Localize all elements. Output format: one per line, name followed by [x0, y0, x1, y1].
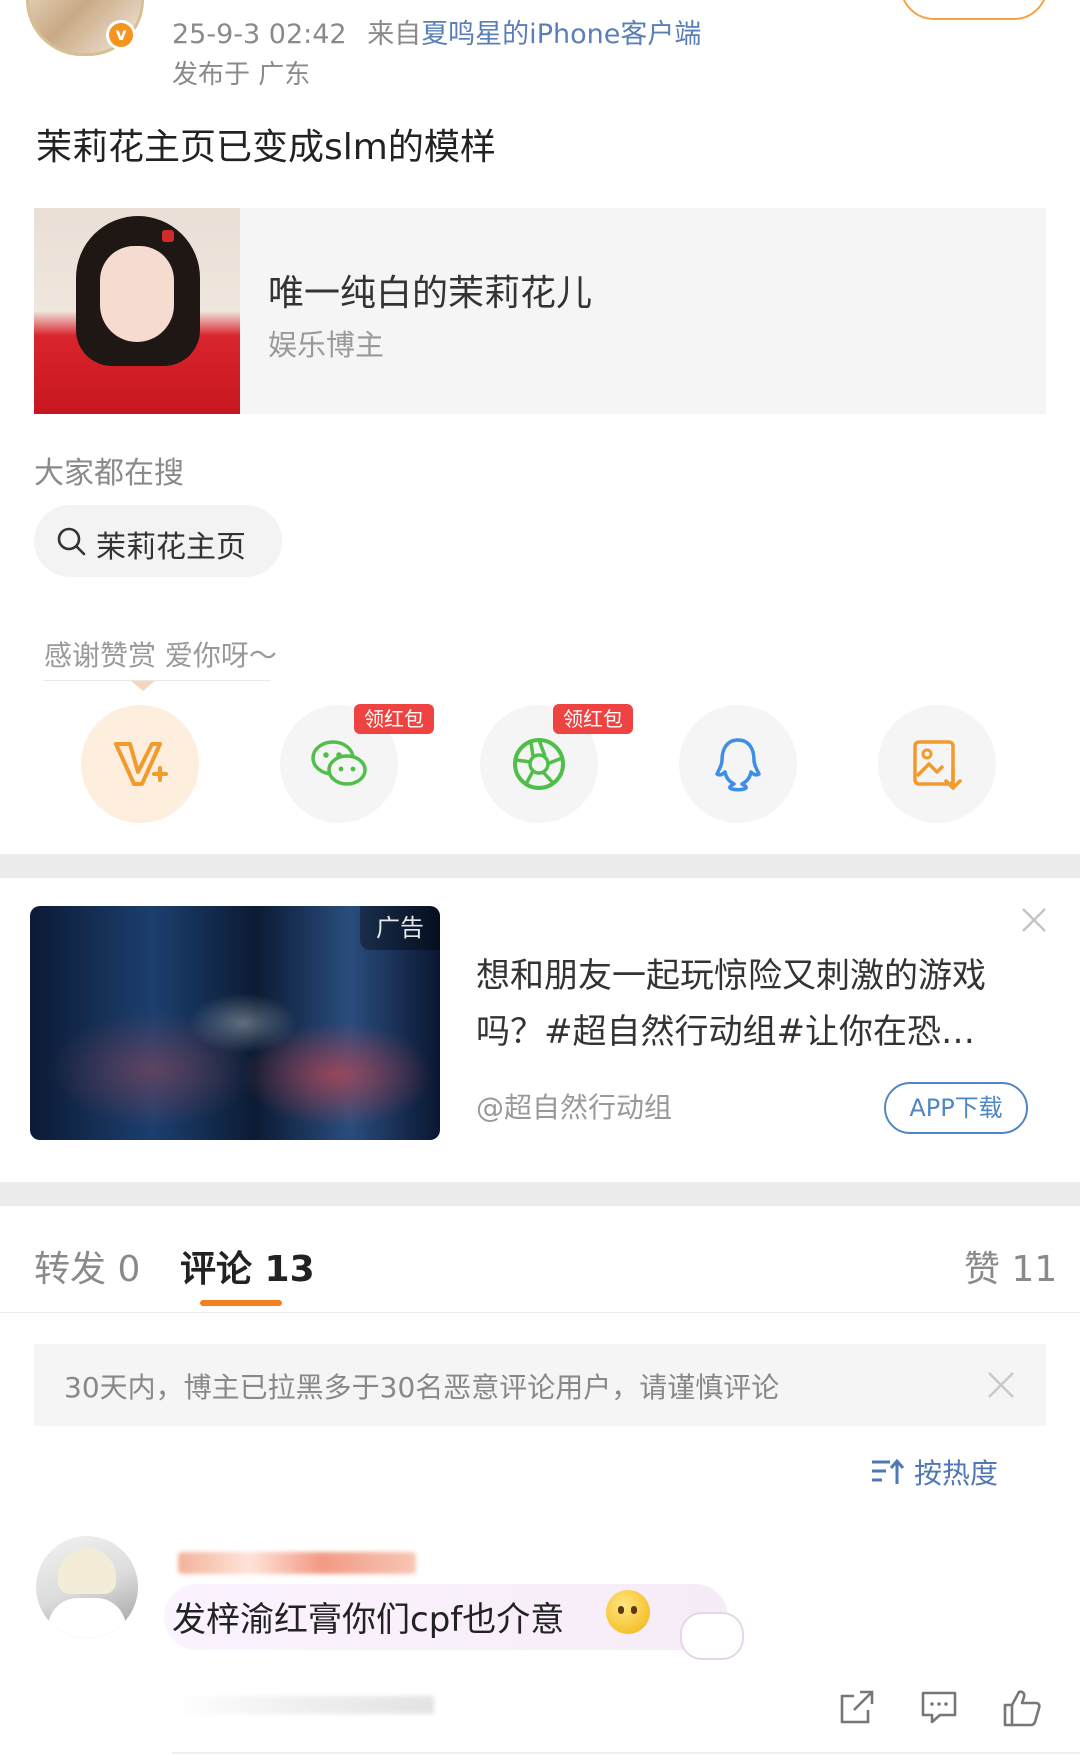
- wechat-icon: [311, 740, 367, 786]
- post-text: 茉莉花主页已变成slm的模样: [36, 127, 496, 168]
- search-icon: [57, 527, 86, 556]
- v-reward-button[interactable]: [81, 705, 199, 823]
- thinking-emoji-icon: [606, 1590, 650, 1634]
- post-meta: 25-9-3 02:42 来自夏鸣星的iPhone客户端: [172, 12, 701, 51]
- hot-search-label: 大家都在搜: [34, 456, 184, 491]
- profile-card-photo: [34, 208, 240, 414]
- close-icon[interactable]: [986, 1370, 1016, 1400]
- post-location: 发布于 广东: [172, 60, 311, 90]
- ad-tag: 广告: [360, 906, 440, 950]
- tab-active-indicator: [200, 1300, 282, 1306]
- sort-icon: [872, 1458, 904, 1484]
- comment-time-blurred: [172, 1696, 434, 1714]
- commenter-name-blurred[interactable]: [178, 1552, 416, 1574]
- like-comment-icon[interactable]: [1002, 1688, 1042, 1728]
- save-image-icon: [913, 740, 962, 790]
- tab-comment[interactable]: 评论 13: [180, 1240, 315, 1292]
- reward-divider: [44, 680, 270, 681]
- reply-comment-icon[interactable]: [920, 1688, 958, 1726]
- tab-repost[interactable]: 转发 0: [34, 1240, 140, 1292]
- share-comment-icon[interactable]: [838, 1688, 876, 1726]
- reward-pointer: [131, 681, 155, 691]
- v-reward-icon: [114, 742, 168, 786]
- share-qq-button[interactable]: [679, 705, 797, 823]
- section-gap: [0, 854, 1080, 878]
- moments-icon: [513, 738, 565, 790]
- qq-icon: [715, 738, 761, 792]
- commenter-avatar[interactable]: [36, 1536, 138, 1638]
- follow-button[interactable]: + 关注: [900, 0, 1048, 20]
- comment-divider: [172, 1752, 1080, 1754]
- post-source-link[interactable]: 夏鸣星的iPhone客户端: [421, 19, 701, 50]
- bubble-decoration-icon: [680, 1612, 744, 1660]
- hot-search-pill[interactable]: 茉莉花主页: [34, 505, 282, 577]
- save-image-button[interactable]: [878, 705, 996, 823]
- verified-badge-icon: v: [106, 20, 136, 50]
- ad-image[interactable]: 广告: [30, 906, 440, 1140]
- tab-like[interactable]: 赞 11: [964, 1240, 1057, 1292]
- comment-notice: 30天内，博主已拉黑多于30名恶意评论用户，请谨慎评论: [34, 1344, 1046, 1426]
- profile-card-subtitle: 娱乐博主: [268, 328, 385, 362]
- app-download-button[interactable]: APP下载: [884, 1082, 1028, 1134]
- post-from-label: 来自: [367, 19, 422, 50]
- post-time: 25-9-3 02:42: [172, 19, 347, 50]
- ad-title[interactable]: 想和朋友一起玩惊险又刺激的游戏吗？#超自然行动组#让你在恐…: [476, 948, 1036, 1060]
- close-icon[interactable]: [1020, 906, 1048, 934]
- profile-card-name: 唯一纯白的茉莉花儿: [268, 273, 593, 314]
- sort-by-hot-button[interactable]: 按热度: [872, 1452, 999, 1492]
- tab-divider: [0, 1312, 1080, 1313]
- ad-account[interactable]: @超自然行动组: [476, 1086, 672, 1126]
- profile-card[interactable]: 唯一纯白的茉莉花儿 娱乐博主: [34, 208, 1046, 414]
- red-packet-badge: 领红包: [354, 704, 434, 734]
- red-packet-badge: 领红包: [553, 704, 633, 734]
- hot-search-query: 茉莉花主页: [96, 530, 246, 565]
- section-gap: [0, 1182, 1080, 1206]
- reward-thanks-text: 感谢赞赏 爱你呀～: [44, 639, 277, 672]
- comment-text: 发梓渝红膏你们cpf也介意: [172, 1600, 565, 1640]
- sort-label: 按热度: [914, 1457, 999, 1490]
- notice-text: 30天内，博主已拉黑多于30名恶意评论用户，请谨慎评论: [64, 1371, 780, 1404]
